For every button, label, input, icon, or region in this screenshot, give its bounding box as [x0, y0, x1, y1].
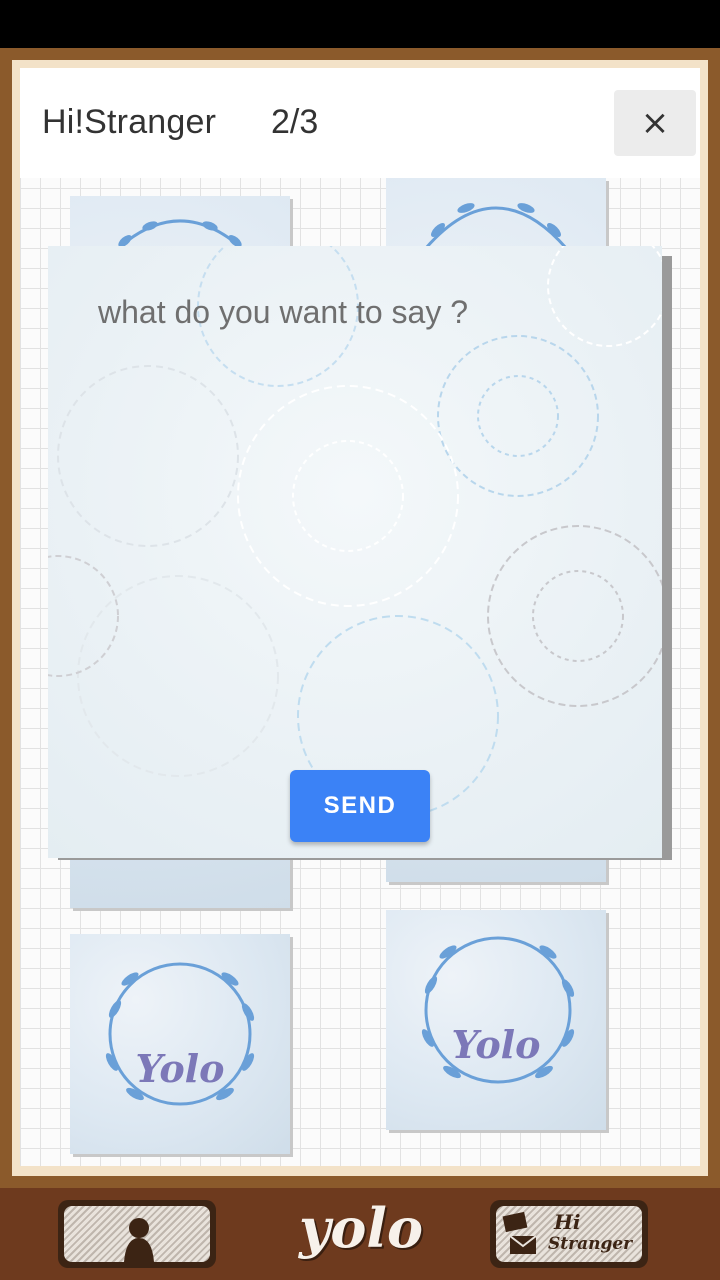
page-counter: 2/3	[271, 103, 319, 141]
flower-pattern-icon	[48, 246, 662, 817]
card-label: Yolo	[451, 1022, 541, 1067]
app-logo: yolo	[299, 1196, 423, 1260]
close-button[interactable]: ×	[614, 90, 696, 156]
send-button[interactable]: SEND	[290, 770, 430, 842]
wreath-icon	[421, 936, 575, 1084]
status-bar	[0, 0, 720, 48]
wreath-icon	[105, 962, 255, 1106]
profile-button[interactable]	[58, 1200, 216, 1268]
hi-stranger-button[interactable]: Hi Stranger	[490, 1200, 648, 1268]
stranger-label: Stranger	[548, 1234, 633, 1254]
card-bottom-right[interactable]: Yolo	[386, 910, 606, 1130]
card-label: Yolo	[135, 1046, 225, 1091]
profile-button-face	[64, 1206, 210, 1262]
hi-label: Hi	[554, 1210, 581, 1234]
card-bottom-left[interactable]: Yolo	[70, 934, 290, 1154]
page-title: Hi!Stranger	[42, 103, 217, 141]
hi-stranger-button-face: Hi Stranger	[496, 1206, 642, 1262]
message-dialog: what do you want to say ? SEND	[48, 246, 662, 858]
message-input[interactable]: what do you want to say ?	[98, 294, 468, 331]
person-silhouette-icon	[124, 1218, 154, 1262]
